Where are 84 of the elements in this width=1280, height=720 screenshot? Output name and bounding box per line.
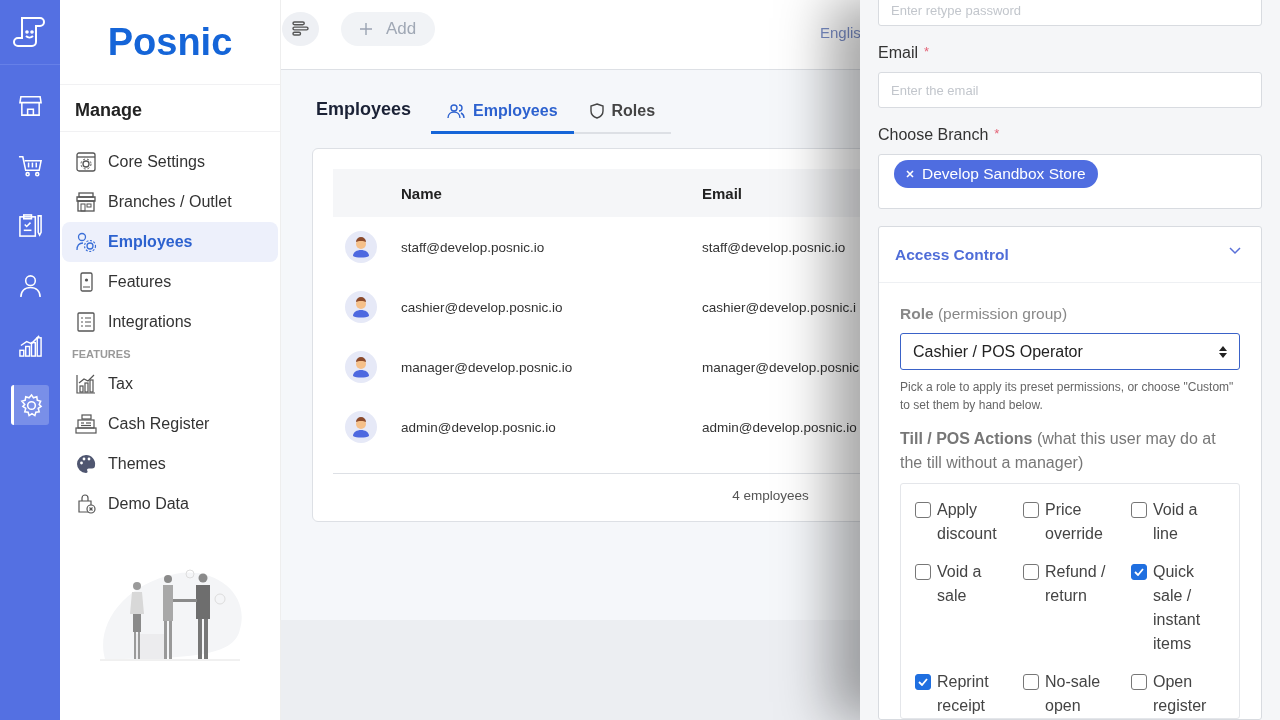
employee-count: 4 employees	[732, 487, 809, 503]
chevron-icon	[1229, 246, 1241, 255]
column-header: Email	[702, 184, 743, 202]
sidebar-title: Manage	[60, 85, 280, 132]
rail-item[interactable]	[11, 385, 49, 425]
section-heading: FEATURES	[71, 347, 132, 362]
table-cell-text: admin@develop.posnic.io	[401, 419, 557, 435]
sidebar-item[interactable]: Integrations	[62, 302, 278, 342]
checkbox-label: Reprint receipt	[937, 672, 990, 716]
document-list-icon	[75, 311, 97, 333]
checkbox[interactable]	[1131, 564, 1147, 580]
menu-button[interactable]	[282, 11, 319, 46]
shop-icon	[75, 191, 97, 213]
sidebar-item[interactable]: Employees	[62, 222, 278, 262]
tab[interactable]: Employees	[431, 98, 574, 134]
help-text: Pick a role to apply its preset permissions, or choose "Custom" to set them by hand below.	[900, 379, 1235, 414]
checkbox[interactable]	[915, 502, 931, 518]
table-cell-text: staff@develop.posnic.io	[401, 239, 546, 255]
avatar-icon	[345, 231, 377, 263]
checkbox[interactable]	[1131, 502, 1147, 518]
table-cell: manager@develop.posnic	[702, 359, 860, 375]
plus-icon	[359, 22, 372, 35]
palette-icon	[75, 453, 97, 475]
avatar-icon	[345, 411, 377, 443]
bag-cancel-icon	[75, 493, 97, 515]
input-field[interactable]: Enter retype password	[878, 0, 1262, 26]
sort-arrows-icon	[1219, 345, 1227, 358]
close-icon	[906, 170, 914, 178]
brand-logo: Posnic	[107, 20, 233, 64]
checkbox-label: No-sale open	[1045, 672, 1102, 716]
field-label: Choose Branch	[878, 126, 989, 144]
sidebar-item[interactable]: Core Settings	[62, 142, 278, 182]
section-title: Till / POS Actions (what this user may do at the till without a manager)	[900, 429, 1217, 473]
checkbox-label: Price override	[1045, 500, 1104, 544]
table-cell: staff@develop.posnic.io	[702, 239, 846, 255]
field-label: Role (permission group)	[900, 305, 1069, 323]
field-label: Email	[878, 44, 918, 62]
checkbox[interactable]	[915, 674, 931, 690]
checkbox-label: Apply discount	[937, 500, 998, 544]
table-cell: cashier@develop.posnic.i	[702, 299, 857, 315]
check-icon	[1134, 568, 1144, 576]
checkbox-label: Refund / return	[1045, 562, 1107, 606]
branch-select[interactable]: Develop Sandbox Store	[878, 154, 1262, 209]
sidebar-item[interactable]: Branches / Outlet	[62, 182, 278, 222]
cash-register-icon	[75, 413, 97, 435]
sidebar-item[interactable]: Themes	[62, 444, 278, 484]
sidebar-item[interactable]: Cash Register	[62, 404, 278, 444]
bar-chart-icon	[75, 373, 97, 395]
settings-window-icon	[75, 151, 97, 173]
menu-icon	[292, 21, 309, 36]
sidebar-item[interactable]: Demo Data	[62, 484, 278, 524]
checkbox[interactable]	[1023, 674, 1039, 690]
column-header: Name	[401, 184, 443, 202]
input-field[interactable]: Enter the email	[878, 72, 1262, 108]
checkbox-label: Open register	[1153, 672, 1208, 716]
checkbox[interactable]	[1023, 502, 1039, 518]
logo-icon[interactable]	[13, 15, 47, 49]
required-mark: *	[994, 126, 1000, 143]
users-icon	[447, 103, 466, 119]
shield-icon	[589, 103, 604, 119]
checkbox-label: Void a line	[1153, 500, 1199, 544]
table-cell-text: manager@develop.posnic.io	[401, 359, 574, 375]
role-select[interactable]: Cashier / POS Operator	[900, 333, 1240, 370]
checkbox-label: Void a sale	[937, 562, 983, 606]
settings-icon	[19, 392, 44, 418]
branch-tag[interactable]: Develop Sandbox Store	[894, 160, 1098, 188]
checkbox[interactable]	[915, 564, 931, 580]
avatar-icon	[345, 291, 377, 323]
accordion-header[interactable]: Access Control	[879, 227, 1261, 283]
sidebar-item[interactable]: Features	[62, 262, 278, 302]
check-icon	[918, 678, 928, 686]
required-mark: *	[924, 44, 930, 61]
avatar-icon	[345, 351, 377, 383]
tab[interactable]: Roles	[573, 98, 672, 134]
checkbox[interactable]	[1023, 564, 1039, 580]
page-title: Employees	[316, 99, 412, 120]
user-gear-icon	[75, 231, 97, 253]
user-icon	[17, 272, 43, 298]
sidebar-item[interactable]: Tax	[62, 364, 278, 404]
table-cell-text: cashier@develop.posnic.io	[401, 299, 564, 315]
table-cell: admin@develop.posnic.io	[702, 419, 857, 435]
clipboard-icon	[17, 212, 43, 238]
checkbox[interactable]	[1131, 674, 1147, 690]
checkbox-label: Quick sale / instant items	[1153, 562, 1202, 654]
